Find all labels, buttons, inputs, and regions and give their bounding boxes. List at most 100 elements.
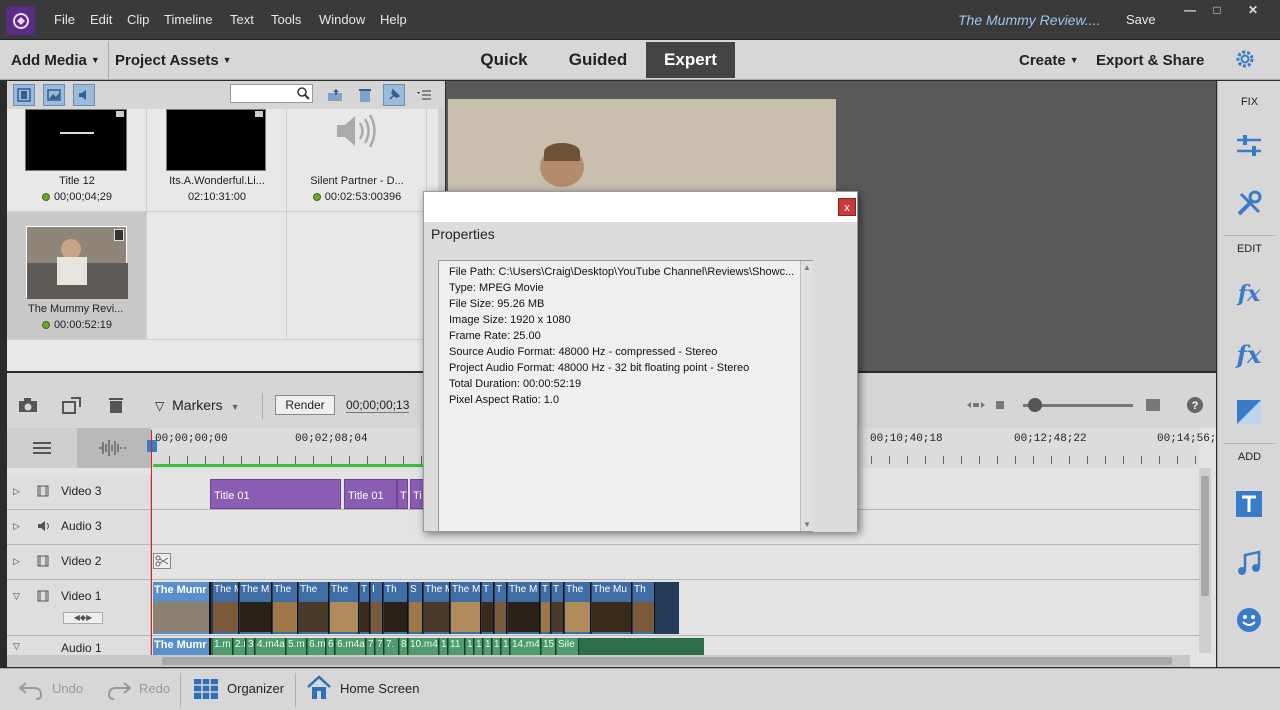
scrollbar-thumb[interactable] [162, 657, 1172, 665]
video-clip[interactable]: I [371, 582, 383, 634]
tab-quick[interactable]: Quick [466, 42, 542, 78]
tools-icon[interactable] [1232, 187, 1266, 221]
filter-video-icon[interactable] [13, 84, 35, 106]
video-clip[interactable]: The M [508, 582, 540, 634]
undo-button[interactable]: Undo [52, 681, 83, 696]
video-1-clip-strip[interactable]: The MumrThe MThe MTheTheTheTIThSThe MThe… [153, 582, 679, 634]
audio-clip[interactable]: 6 [327, 638, 335, 655]
playhead-line[interactable] [151, 430, 152, 660]
video-clip[interactable]: T [360, 582, 370, 634]
delete-icon[interactable] [105, 395, 127, 415]
new-folder-icon[interactable] [324, 84, 346, 106]
audio-clip[interactable]: 2.r [234, 638, 246, 655]
menu-tools[interactable]: Tools [271, 12, 301, 27]
audio-clip[interactable]: 8 [400, 638, 408, 655]
expand-toggle-icon[interactable]: ▷ [13, 486, 20, 497]
delete-icon[interactable] [354, 84, 376, 106]
audio-clip[interactable]: 1.m [213, 638, 233, 655]
menu-clip[interactable]: Clip [127, 12, 149, 27]
audio-clip[interactable]: 1 [502, 638, 510, 655]
app-logo-icon[interactable] [6, 6, 35, 35]
create-dropdown[interactable]: Create ▼ [1019, 52, 1079, 69]
dialog-close-button[interactable]: x [838, 198, 856, 216]
title-clip[interactable]: Ti [410, 479, 424, 509]
audio-1-clip-strip[interactable]: The Mumr 1.m 2.r 3 4.m4a 5.m 6.m 6 6.m4a 7 7 7. 8 10.… [153, 638, 704, 655]
undo-icon[interactable] [18, 677, 44, 704]
home-screen-button[interactable]: Home Screen [340, 681, 419, 696]
replace-clip-icon[interactable] [61, 395, 83, 415]
track-list-icon[interactable] [31, 440, 53, 459]
audio-clip[interactable]: 1 [440, 638, 448, 655]
asset-item-title-12[interactable]: Title 12 00;00;04;29 [7, 109, 147, 212]
timeline-horizontal-scrollbar[interactable] [7, 655, 1190, 667]
properties-scrollbar[interactable]: ▲ ▼ [800, 261, 813, 531]
pin-icon[interactable] [383, 84, 405, 106]
render-button[interactable]: Render [275, 395, 335, 415]
audio-clip[interactable]: 7. [385, 638, 399, 655]
menu-timeline[interactable]: Timeline [164, 12, 213, 27]
asset-item-mummy-review[interactable]: The Mummy Revi... 00:00:52:19 [7, 212, 147, 340]
audio-clip[interactable]: 10.m4 [409, 638, 439, 655]
audio-clip[interactable]: 4.m4a [256, 638, 286, 655]
video-clip[interactable]: The [299, 582, 329, 634]
zoom-out-icon[interactable] [989, 395, 1011, 415]
redo-icon[interactable] [106, 677, 132, 704]
video-clip[interactable]: The M [451, 582, 481, 634]
music-icon[interactable] [1232, 547, 1266, 581]
video-clip[interactable]: The M [213, 582, 239, 634]
collapse-toggle-icon[interactable]: ▽ [13, 641, 20, 652]
tab-expert[interactable]: Expert [646, 42, 735, 78]
assets-search-input[interactable] [230, 84, 313, 103]
video-clip[interactable]: T [541, 582, 551, 634]
video-clip[interactable]: The Mu [592, 582, 632, 634]
video-clip[interactable]: Th [633, 582, 655, 634]
audio-clip[interactable]: 6.m [308, 638, 326, 655]
video-clip[interactable]: The [330, 582, 359, 634]
asset-item-silent-partner[interactable]: Silent Partner - D... 00:02:53:00396 [287, 109, 427, 212]
home-icon[interactable] [306, 675, 332, 704]
audio-clip[interactable]: 7 [376, 638, 384, 655]
audio-clip[interactable]: 6.m4a [336, 638, 366, 655]
effects-edit-icon[interactable]: fx [1232, 277, 1266, 311]
audio-clip[interactable]: 1 [484, 638, 492, 655]
video-clip[interactable]: The M [240, 582, 272, 634]
audio-clip[interactable]: 11 [449, 638, 465, 655]
filter-image-icon[interactable] [43, 84, 65, 106]
audio-clip[interactable]: 14.m4 [511, 638, 541, 655]
title-clip[interactable]: Title 01 [344, 479, 397, 509]
expand-toggle-icon[interactable]: ▷ [13, 521, 20, 532]
panel-menu-icon[interactable] [413, 84, 435, 106]
add-media-dropdown[interactable]: Add Media ▼ [11, 52, 100, 69]
effects-icon[interactable]: fx [1232, 337, 1266, 371]
video-clip[interactable]: Th [384, 582, 408, 634]
audio-clip[interactable]: 3 [247, 638, 255, 655]
menu-window[interactable]: Window [319, 12, 365, 27]
video-clip[interactable]: T [552, 582, 564, 634]
video-clip[interactable]: S [409, 582, 423, 634]
video-clip[interactable]: The [565, 582, 591, 634]
timeline-vertical-scrollbar[interactable] [1199, 468, 1211, 653]
filter-audio-icon[interactable] [73, 84, 95, 106]
zoom-in-icon[interactable] [1142, 395, 1164, 415]
markers-dropdown[interactable]: ▽ Markers ▼ [155, 397, 240, 413]
redo-button[interactable]: Redo [139, 681, 170, 696]
menu-edit[interactable]: Edit [90, 12, 112, 27]
audio-clip[interactable]: 1 [475, 638, 483, 655]
keyframe-nav-icon[interactable]: ◀◆▶ [63, 612, 103, 624]
title-clip[interactable]: Title 01 [210, 479, 341, 509]
audio-clip[interactable]: 1 [466, 638, 474, 655]
audio-clip[interactable]: Sile [557, 638, 579, 655]
menu-file[interactable]: File [54, 12, 75, 27]
organizer-button[interactable]: Organizer [227, 681, 284, 696]
project-assets-dropdown[interactable]: Project Assets ▼ [115, 52, 232, 69]
titles-text-icon[interactable] [1232, 487, 1266, 521]
asset-item-wonderful-life[interactable]: Its.A.Wonderful.Li... 02:10:31:00 [147, 109, 287, 212]
title-clip[interactable]: T [397, 479, 408, 509]
playhead-handle[interactable] [147, 440, 157, 452]
audio-clip[interactable]: The Mumr [153, 638, 211, 655]
minimize-icon[interactable]: — [1177, 3, 1203, 19]
export-share-button[interactable]: Export & Share [1096, 52, 1204, 69]
video-clip[interactable]: The M [424, 582, 450, 634]
collapse-toggle-icon[interactable]: ▽ [13, 591, 20, 602]
settings-gear-icon[interactable] [1234, 48, 1256, 73]
